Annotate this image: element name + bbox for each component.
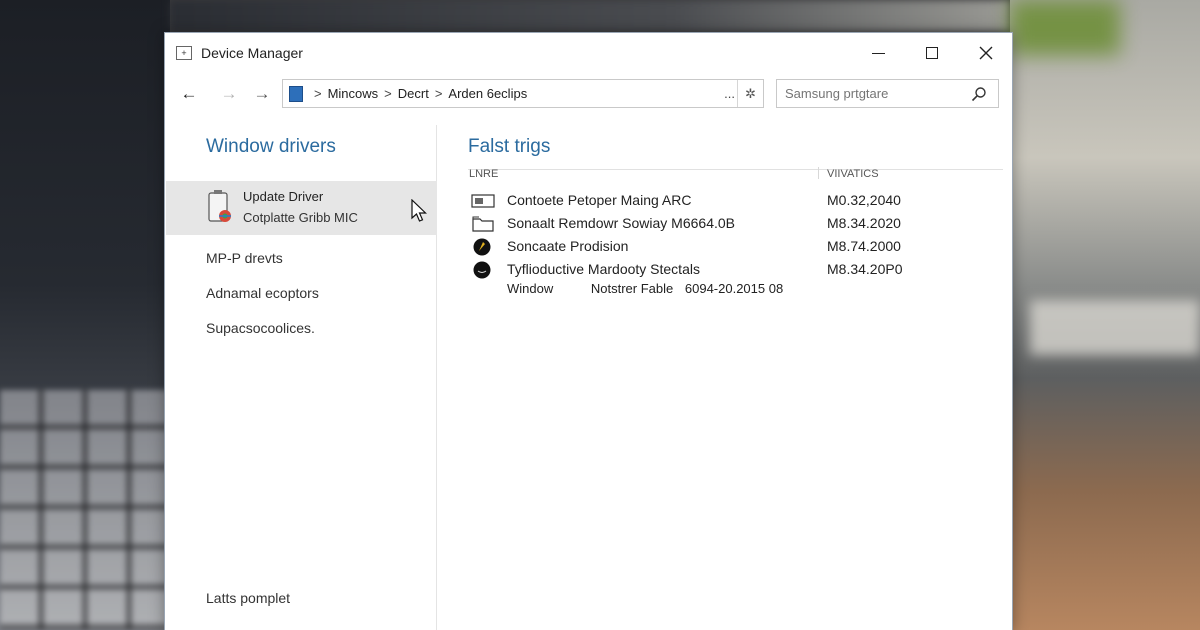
navigation-row: ← → → > Mincows > Decrt > Arden 6eclips … [165,77,1012,111]
left-pane-link[interactable]: Adnamal ecoptors [206,285,319,301]
forward-button[interactable]: → [216,81,242,107]
driver-version: M0.32,2040 [827,192,901,208]
device-disc-icon [473,238,491,256]
left-pane-link[interactable]: Supacsocoolices. [206,320,315,336]
background-keyboard [0,390,170,630]
background-top [170,0,1010,32]
breadcrumb-separator: > [434,86,443,101]
left-pane-footer-link[interactable]: Latts pomplet [206,590,290,606]
column-separator[interactable] [818,167,819,179]
search-input[interactable] [776,79,999,108]
back-button[interactable]: ← [176,81,202,107]
right-pane: Falst trigs LNRE VIIVATICS Contoete Peto… [438,125,1013,630]
breadcrumb-item[interactable]: Arden 6eclips [448,86,527,101]
maximize-icon [926,47,938,59]
row-cell: Window [507,281,554,296]
breadcrumb-item[interactable]: Mincows [328,86,379,101]
breadcrumb-separator: > [384,86,392,101]
update-driver-label: Update Driver [243,189,324,204]
minimize-button[interactable] [855,39,901,67]
table-row[interactable]: Window Notstrer Fable 6094-20.2015 08 [507,281,783,296]
device-folder-icon [472,216,494,232]
window-title: Device Manager [201,45,303,61]
maximize-button[interactable] [909,39,955,67]
column-header-version[interactable]: VIIVATICS [827,168,879,180]
address-more-indicator[interactable]: ... [724,86,735,101]
device-manager-app-icon: + [176,46,192,60]
left-pane-link[interactable]: MP-P drevts [206,250,283,266]
update-driver-sublabel: Cotplatte Gribb MIC [243,210,358,225]
left-pane: Window drivers Update Driver Cotplatte G… [165,125,437,630]
row-cell: 6094-20.2015 08 [684,281,784,296]
background-plant [1010,0,1120,55]
breadcrumb-item[interactable]: Decrt [398,86,429,101]
arrow-left-icon: ← [180,84,198,103]
left-pane-heading: Window drivers [206,136,336,157]
column-header-name[interactable]: LNRE [469,168,498,180]
row-cell: Notstrer Fable [590,281,674,296]
refresh-icon: ✲ [745,85,756,101]
driver-update-icon [208,190,231,222]
driver-name: Soncaate Prodision [507,238,629,254]
background-shelf [1030,300,1200,355]
arrow-up-icon: → [253,84,271,103]
title-bar[interactable]: + Device Manager [165,33,1012,71]
driver-name: Tyflioductive Mardooty Stectals [507,261,700,277]
minimize-icon [871,52,885,54]
driver-version: M8.34.20P0 [827,261,903,277]
mouse-pointer-icon [411,199,427,222]
search-icon[interactable] [971,86,987,102]
right-pane-heading: Falst trigs [468,136,551,157]
update-driver-item[interactable]: Update Driver Cotplatte Gribb MIC [166,181,437,235]
device-disc-icon [473,261,491,279]
address-bar[interactable]: > Mincows > Decrt > Arden 6eclips ... ✲ [282,79,764,108]
breadcrumb-separator: > [314,86,322,101]
driver-version: M8.74.2000 [827,238,901,254]
column-header-divider [468,169,1003,170]
up-button[interactable]: → [249,81,275,107]
driver-name: Sonaalt Remdowr Sowiay M6664.0B [507,215,736,231]
driver-version: M8.34.2020 [827,215,901,231]
close-button[interactable] [963,39,1009,67]
close-icon [979,46,993,60]
device-card-icon [471,194,495,208]
device-manager-window: + Device Manager ← → → > Mincows > Decrt… [164,32,1013,630]
refresh-button[interactable]: ✲ [737,80,763,107]
location-icon [289,85,303,102]
driver-name: Contoete Petoper Maing ARC [507,192,692,208]
arrow-right-icon: → [220,84,238,103]
